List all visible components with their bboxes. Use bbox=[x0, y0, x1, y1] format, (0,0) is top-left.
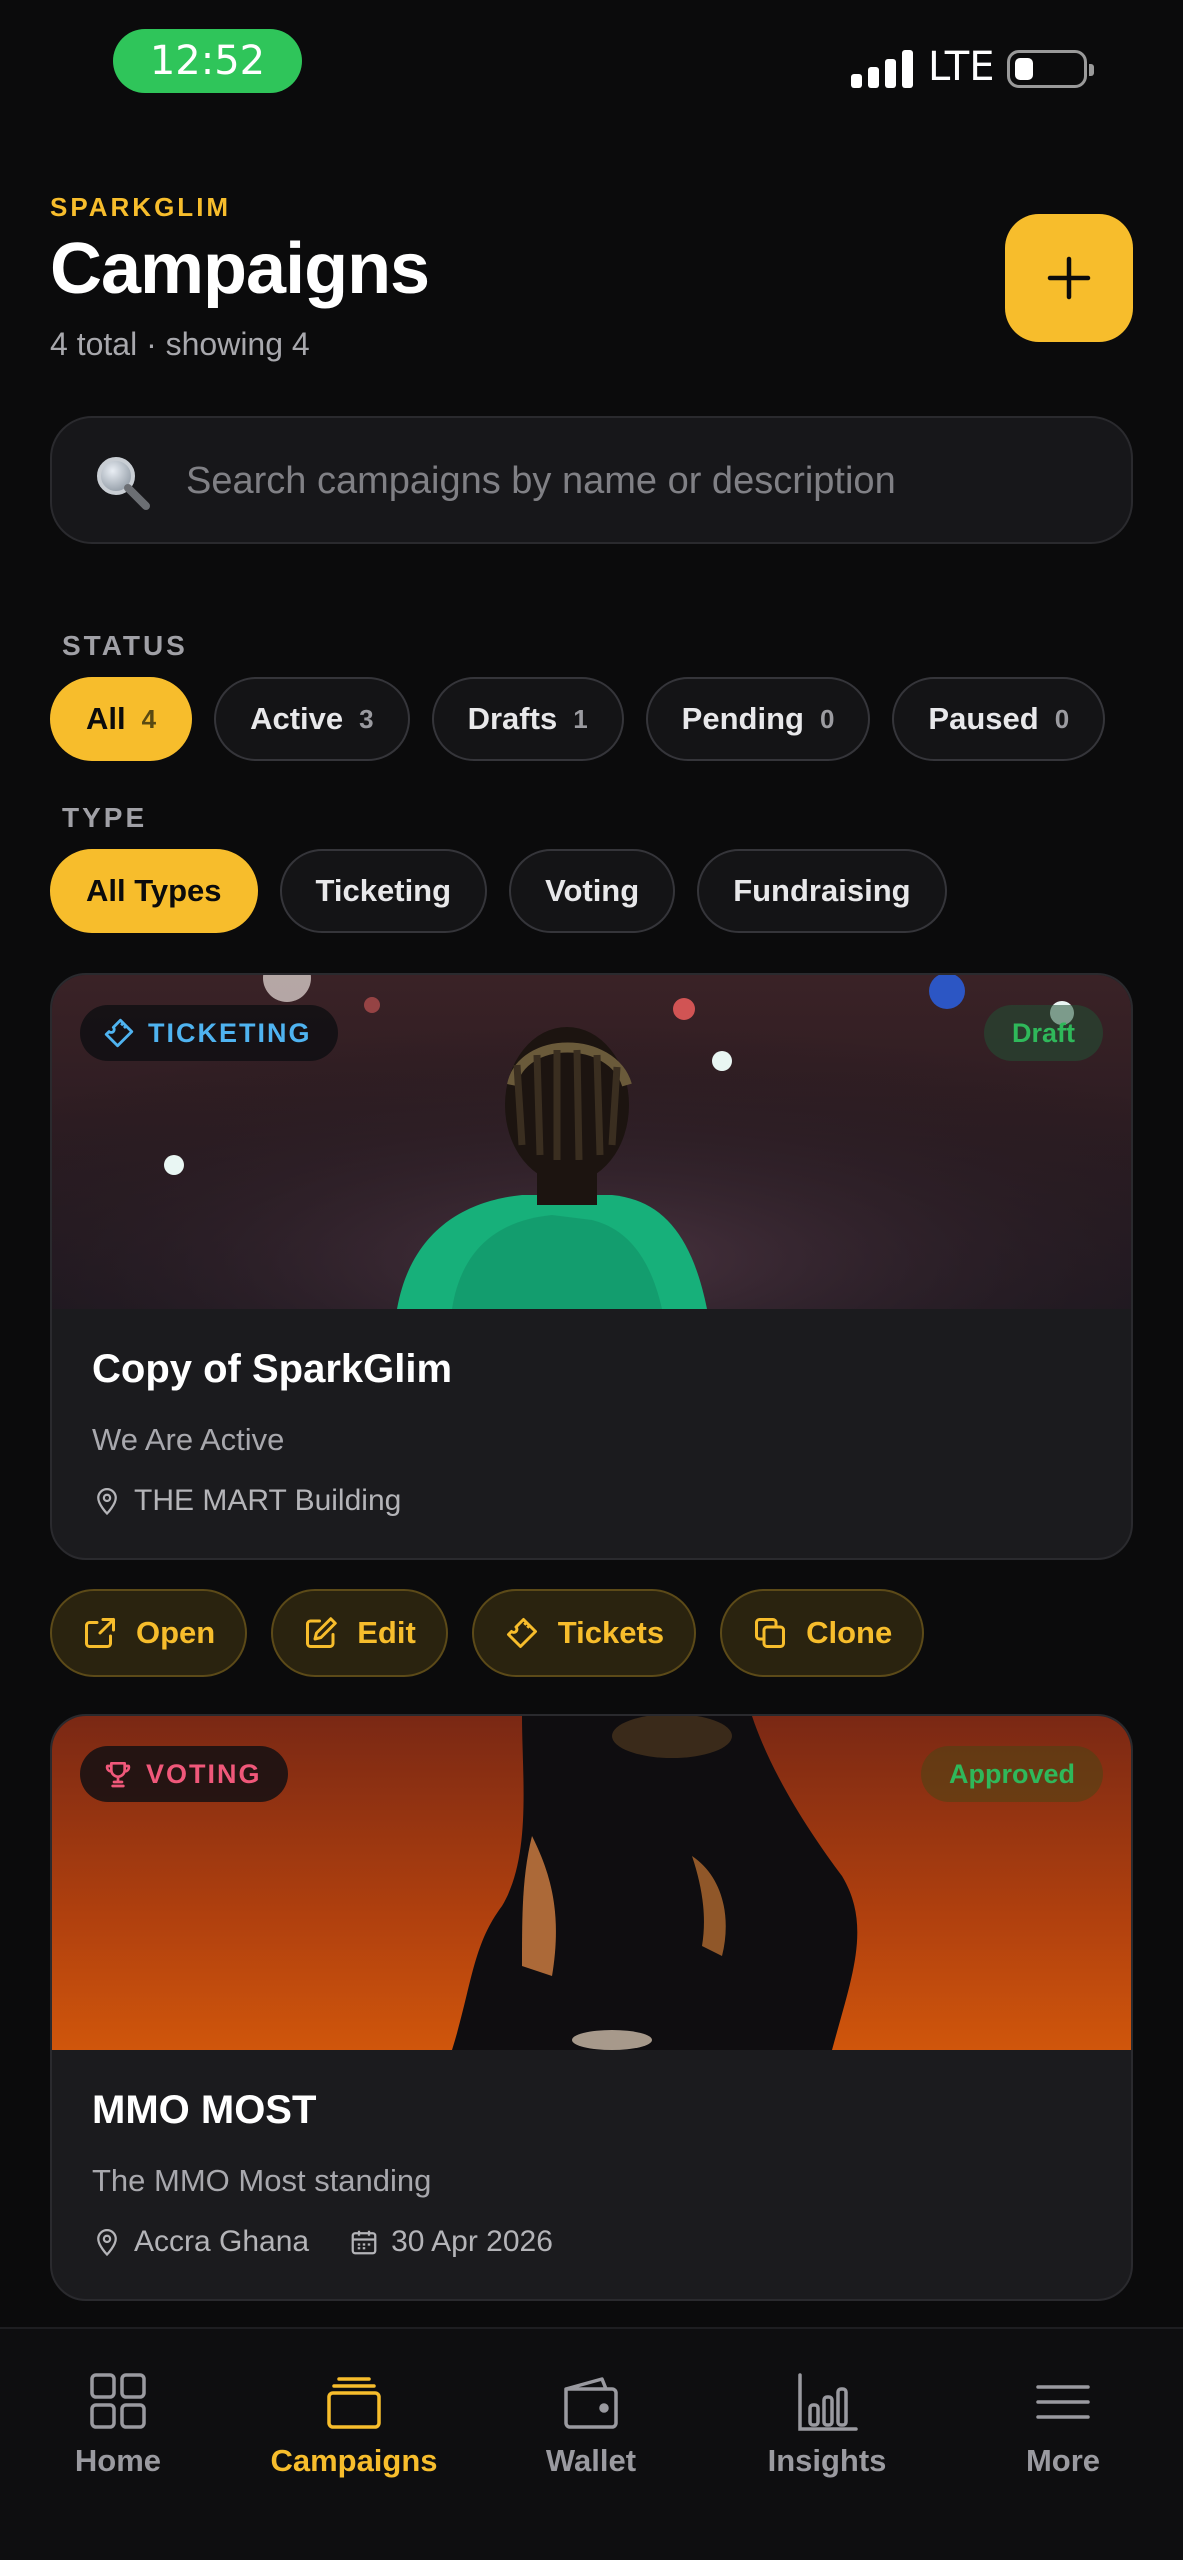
type-filter-label: TYPE bbox=[62, 802, 148, 833]
type-chip-all-types[interactable]: All Types bbox=[50, 849, 258, 933]
status-time: 12:52 bbox=[113, 29, 302, 93]
bar-chart-icon bbox=[798, 2373, 858, 2431]
nav-more-label: More bbox=[1025, 2443, 1101, 2478]
status-chip-all[interactable]: All 4 bbox=[50, 677, 193, 761]
ticket-icon bbox=[104, 1018, 134, 1048]
campaign-card[interactable]: TICKETING Draft Copy of SparkGlim We Are… bbox=[50, 973, 1133, 1560]
card-actions: Open Edit Tickets Clone bbox=[50, 1589, 925, 1677]
campaign-status-badge: Draft bbox=[983, 1005, 1103, 1061]
type-chips: All Types Ticketing Voting Fundraising bbox=[50, 849, 947, 933]
trophy-icon bbox=[105, 1762, 131, 1788]
clone-label: Clone bbox=[806, 1615, 893, 1650]
nav-wallet[interactable]: Wallet bbox=[491, 2371, 691, 2479]
status-bar: 12:52 LTE bbox=[0, 0, 1183, 130]
open-button[interactable]: Open bbox=[50, 1589, 248, 1677]
campaign-title: MMO MOST bbox=[92, 2088, 317, 2132]
type-chip-label: Voting bbox=[545, 873, 640, 908]
nav-insights-label: Insights bbox=[767, 2443, 887, 2478]
status-chip-count: 4 bbox=[141, 703, 157, 734]
campaign-title: Copy of SparkGlim bbox=[92, 1347, 453, 1391]
status-chip-active[interactable]: Active 3 bbox=[214, 677, 410, 761]
plus-icon bbox=[1047, 256, 1091, 300]
status-chip-label: Active bbox=[250, 701, 344, 736]
menu-icon bbox=[1036, 2385, 1090, 2419]
status-chip-count: 3 bbox=[359, 703, 374, 734]
open-label: Open bbox=[136, 1615, 216, 1650]
type-chip-ticketing[interactable]: Ticketing bbox=[279, 849, 488, 933]
type-chip-label: All Types bbox=[86, 873, 222, 908]
campaign-meta: THE MART Building bbox=[92, 1484, 1091, 1518]
status-chip-drafts[interactable]: Drafts 1 bbox=[431, 677, 624, 761]
campaign-date: 30 Apr 2026 bbox=[391, 2225, 553, 2258]
campaign-description: We Are Active bbox=[92, 1422, 285, 1457]
location-pin-icon bbox=[97, 1488, 117, 1516]
add-campaign-button[interactable] bbox=[1005, 214, 1133, 342]
page-subtitle: 4 total · showing 4 bbox=[50, 326, 310, 362]
status-chip-count: 1 bbox=[573, 703, 588, 734]
signal-icon bbox=[851, 50, 913, 88]
campaign-location: THE MART Building bbox=[134, 1484, 402, 1517]
status-chip-count: 0 bbox=[819, 703, 835, 734]
status-filter-scroller[interactable]: All 4 Active 3 Drafts 1 Pending 0 Paused 0 bbox=[50, 677, 1133, 767]
type-chip-label: Ticketing bbox=[315, 873, 452, 908]
campaign-card[interactable]: VOTING Approved MMO MOST The MMO Most st… bbox=[50, 1714, 1133, 2301]
brand-label: SPARKGLIM bbox=[50, 192, 232, 222]
copy-icon bbox=[755, 1618, 786, 1648]
nav-campaigns-label: Campaigns bbox=[270, 2443, 438, 2478]
nav-campaigns[interactable]: Campaigns bbox=[254, 2371, 454, 2479]
battery-icon bbox=[1007, 50, 1094, 88]
stack-icon bbox=[327, 2377, 381, 2429]
search-input[interactable] bbox=[186, 448, 1086, 514]
calendar-icon bbox=[351, 2230, 377, 2255]
nav-home-label: Home bbox=[74, 2443, 162, 2478]
nav-home[interactable]: Home bbox=[18, 2371, 218, 2479]
campaign-type-badge: VOTING bbox=[80, 1746, 288, 1802]
campaign-description: The MMO Most standing bbox=[92, 2163, 432, 2198]
campaign-status-badge: Approved bbox=[920, 1746, 1103, 1802]
tickets-label: Tickets bbox=[557, 1615, 665, 1650]
campaign-location: Accra Ghana bbox=[134, 2225, 310, 2258]
edit-button[interactable]: Edit bbox=[271, 1589, 448, 1677]
search-icon bbox=[97, 457, 150, 510]
campaign-type-badge: TICKETING bbox=[80, 1005, 338, 1061]
campaign-type-label: TICKETING bbox=[148, 1017, 312, 1048]
status-chip-label: Paused bbox=[928, 701, 1039, 736]
type-chip-voting[interactable]: Voting bbox=[509, 849, 676, 933]
status-filter-label: STATUS bbox=[62, 630, 188, 661]
location-pin-icon bbox=[97, 2229, 117, 2257]
bottom-nav: Home Campaigns Wallet Insights More bbox=[0, 2327, 1183, 2560]
edit-label: Edit bbox=[357, 1615, 416, 1650]
network-label: LTE bbox=[928, 44, 995, 90]
wallet-icon bbox=[564, 2377, 618, 2429]
type-chip-fundraising[interactable]: Fundraising bbox=[697, 849, 947, 933]
status-chip-pending[interactable]: Pending 0 bbox=[645, 677, 871, 761]
page-title: Campaigns bbox=[50, 229, 430, 309]
nav-more[interactable]: More bbox=[963, 2371, 1163, 2479]
status-chip-count: 0 bbox=[1054, 703, 1070, 734]
nav-wallet-label: Wallet bbox=[545, 2443, 637, 2478]
external-link-icon bbox=[85, 1618, 115, 1648]
clone-button[interactable]: Clone bbox=[720, 1589, 925, 1677]
nav-insights[interactable]: Insights bbox=[727, 2371, 927, 2479]
campaign-meta: Accra Ghana 30 Apr 2026 bbox=[92, 2225, 1091, 2259]
status-chip-paused[interactable]: Paused 0 bbox=[892, 677, 1106, 761]
campaign-cover-image: VOTING Approved bbox=[52, 1716, 1131, 2050]
status-chip-label: Pending bbox=[681, 701, 804, 736]
status-chip-label: All bbox=[86, 701, 126, 736]
grid-icon bbox=[90, 2373, 146, 2429]
status-chip-label: Drafts bbox=[467, 701, 558, 736]
campaign-cover-image: TICKETING Draft bbox=[52, 975, 1131, 1309]
ticket-icon bbox=[506, 1618, 537, 1648]
tickets-button[interactable]: Tickets bbox=[471, 1589, 697, 1677]
edit-icon bbox=[306, 1617, 337, 1648]
status-chips: All 4 Active 3 Drafts 1 Pending 0 Paused 0 bbox=[50, 677, 1106, 761]
type-chip-label: Fundraising bbox=[733, 873, 911, 908]
search-bar[interactable] bbox=[50, 416, 1133, 544]
campaign-type-label: VOTING bbox=[146, 1758, 262, 1789]
